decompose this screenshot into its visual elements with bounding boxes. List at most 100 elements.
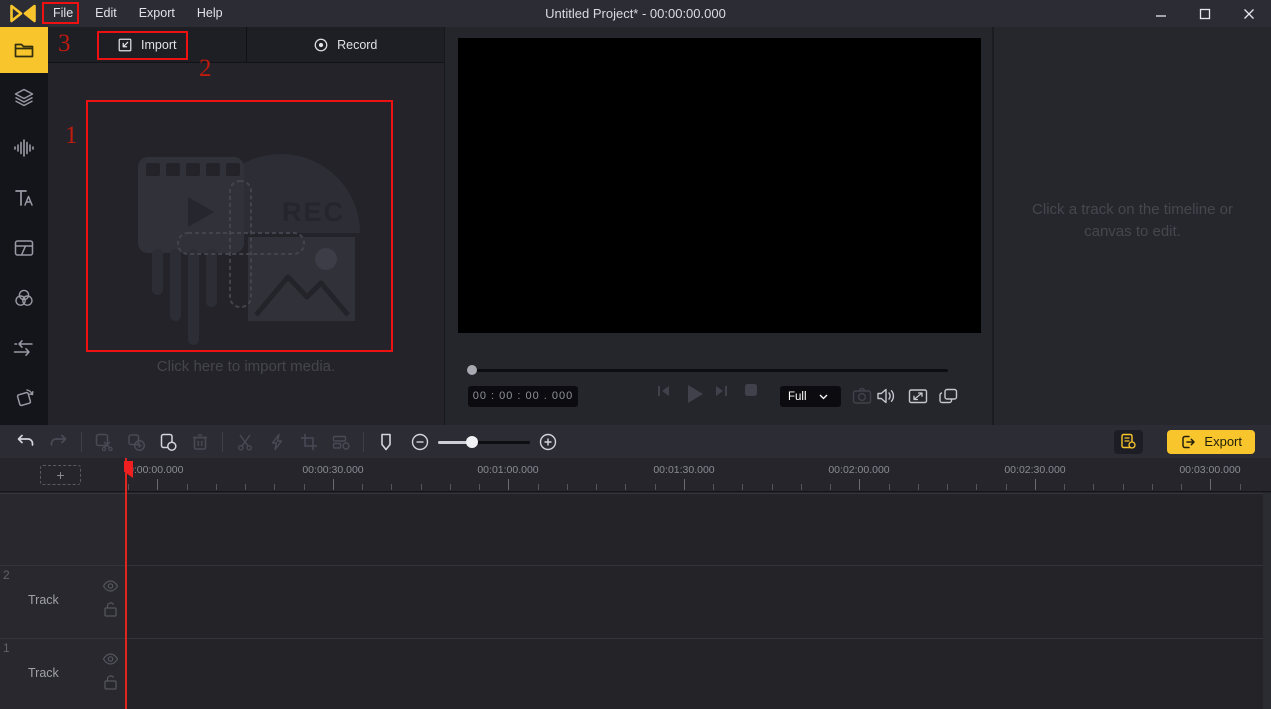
timeline-zoom-slider[interactable]: [438, 430, 530, 454]
delete-button[interactable]: [188, 430, 212, 454]
play-button[interactable]: [685, 383, 705, 405]
record-icon: [314, 38, 328, 51]
add-marker-button[interactable]: [374, 430, 398, 454]
ruler-tick: [186, 484, 188, 490]
detach-preview-button[interactable]: [937, 385, 959, 412]
stop-button[interactable]: [744, 383, 758, 397]
sidebar-item-audio[interactable]: [0, 123, 48, 173]
track-lane-empty[interactable]: [125, 494, 1271, 565]
track-1-lane[interactable]: [125, 639, 1271, 709]
ruler-tick: [566, 484, 568, 490]
crop-button[interactable]: [297, 430, 321, 454]
ruler-label: 00:01:00.000: [477, 464, 539, 476]
ruler-tick: [215, 484, 217, 490]
timeline: + 0:00:00.000 00:00:30.000 00:01:00.000 …: [0, 458, 1271, 709]
sidebar-item-elements[interactable]: [0, 73, 48, 123]
preview-zoom-select[interactable]: Full: [780, 386, 841, 407]
ruler-tick: [245, 484, 246, 490]
timeline-scrollbar[interactable]: [1263, 493, 1271, 709]
menu-help[interactable]: Help: [186, 0, 234, 27]
menu-edit[interactable]: Edit: [84, 0, 128, 27]
ruler-tick: [420, 484, 422, 490]
preview-canvas[interactable]: [458, 38, 981, 333]
ruler-label: 00:00:30.000: [302, 464, 364, 476]
lightning-icon: [271, 433, 283, 450]
menu-export[interactable]: Export: [128, 0, 186, 27]
timeline-zoom-out-button[interactable]: [408, 430, 432, 454]
menu-file[interactable]: File: [42, 0, 84, 27]
sidebar-item-split-screen[interactable]: [0, 223, 48, 273]
ruler-tick: [1181, 484, 1182, 490]
playhead-line[interactable]: [125, 458, 127, 709]
track-visibility-toggle[interactable]: [102, 652, 119, 670]
duplicate-window-icon: [939, 388, 958, 404]
inspector-empty-message: Click a track on the timeline or canvas …: [1032, 201, 1233, 240]
snapshot-button[interactable]: [851, 385, 873, 412]
media-library-empty[interactable]: REC Click here to import media.: [48, 63, 444, 425]
timeline-zoom-in-button[interactable]: [536, 430, 560, 454]
ruler-tick: [947, 484, 948, 490]
ruler-tick: [625, 484, 627, 490]
track-2-lane[interactable]: [125, 566, 1271, 638]
tab-record[interactable]: Record: [247, 27, 445, 62]
text-icon: [15, 190, 33, 206]
preview-panel: 00 : 00 : 00 . 000 Full: [445, 27, 992, 425]
redo-button[interactable]: [47, 430, 71, 454]
slider-track-empty: [472, 440, 530, 444]
slider-handle[interactable]: [466, 435, 478, 448]
timeline-track-2[interactable]: 2 Track: [0, 565, 1271, 638]
sidebar-item-text[interactable]: [0, 173, 48, 223]
undo-button[interactable]: [13, 430, 37, 454]
fullscreen-button[interactable]: [907, 385, 929, 412]
volume-button[interactable]: [875, 385, 897, 412]
minimize-button[interactable]: [1139, 0, 1183, 27]
track-settings-icon: [332, 435, 350, 450]
paste-button[interactable]: [156, 430, 180, 454]
sidebar-item-transitions[interactable]: [0, 323, 48, 373]
ruler-tick: [1093, 484, 1095, 490]
titlebar: File Edit Export Help Untitled Project* …: [0, 0, 1271, 27]
ruler-tick: [800, 484, 802, 490]
sidebar-item-animations[interactable]: [0, 373, 48, 423]
toolbar-separator: [222, 431, 223, 452]
export-button-label: Export: [1204, 434, 1242, 449]
ruler-tick: [1034, 479, 1036, 490]
clip-settings-button[interactable]: [329, 430, 353, 454]
tab-import[interactable]: Import: [48, 27, 246, 62]
unlock-icon: [104, 675, 117, 690]
close-button[interactable]: [1227, 0, 1271, 27]
maximize-button[interactable]: [1183, 0, 1227, 27]
track-header-empty: [0, 494, 125, 565]
cut-selection-button[interactable]: [92, 430, 116, 454]
toolbar-separator: [363, 431, 364, 452]
track-2-header[interactable]: 2 Track: [0, 566, 125, 638]
track-visibility-toggle[interactable]: [102, 579, 119, 597]
timeline-empty-row[interactable]: [0, 493, 1271, 565]
ruler-tick: [449, 484, 451, 490]
previous-frame-button[interactable]: [656, 383, 671, 399]
edit-toolbar: Export: [0, 425, 1271, 458]
add-track-button[interactable]: +: [40, 465, 81, 485]
track-lock-toggle[interactable]: [103, 674, 118, 695]
seek-bar[interactable]: [472, 369, 948, 372]
export-button[interactable]: Export: [1167, 429, 1255, 454]
zoom-out-icon: [411, 433, 429, 450]
effects-button[interactable]: [265, 430, 289, 454]
export-icon: [1182, 435, 1196, 448]
split-button[interactable]: [233, 430, 257, 454]
sidebar-item-filters[interactable]: [0, 273, 48, 323]
track-lock-toggle[interactable]: [103, 601, 118, 622]
track-1-header[interactable]: 1 Track: [0, 639, 125, 709]
ruler-tick: [713, 484, 714, 490]
next-frame-button[interactable]: [714, 383, 729, 399]
timeline-track-1[interactable]: 1 Track: [0, 638, 1271, 709]
rotate-icon: [16, 389, 34, 407]
export-settings-button[interactable]: [1114, 429, 1144, 454]
window-controls: [1139, 0, 1271, 27]
ruler-tick: [391, 484, 393, 490]
sidebar-item-media[interactable]: [0, 27, 48, 73]
copy-button[interactable]: [124, 430, 148, 454]
seek-handle[interactable]: [467, 365, 477, 375]
rec-label: REC: [282, 197, 345, 227]
timeline-ruler[interactable]: + 0:00:00.000 00:00:30.000 00:01:00.000 …: [0, 458, 1271, 492]
